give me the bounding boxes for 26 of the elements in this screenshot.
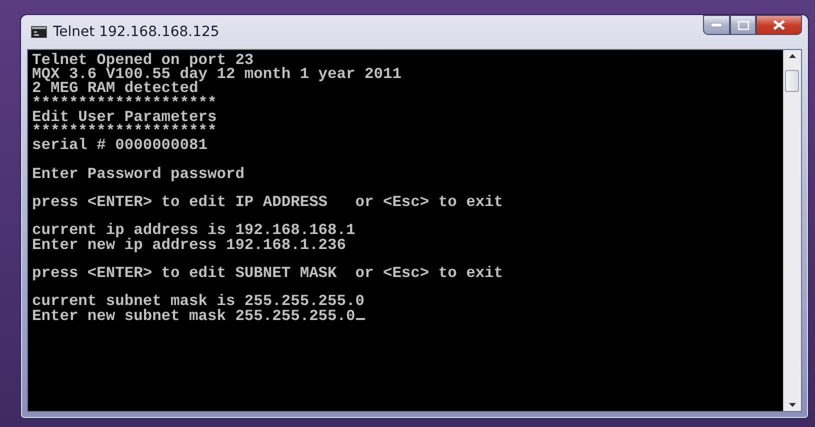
maximize-button[interactable] [730, 15, 756, 35]
console-line: Enter new ip address 192.168.1.236 [32, 238, 348, 252]
console-line: serial # 0000000081 [32, 138, 208, 152]
console-line: press <ENTER> to edit SUBNET MASK or <Esc> to exit [32, 266, 504, 280]
maximize-icon [738, 20, 748, 30]
console-line: Enter Password password [32, 166, 246, 181]
console-line: current ip address is 192.168.168.1 [32, 223, 356, 238]
scroll-up-icon[interactable] [789, 54, 796, 58]
console-line: press <ENTER> to edit IP ADDRESS or <Esc> to exit [32, 195, 504, 210]
console-line: Edit User Parameters [32, 110, 218, 124]
console-line: MQX 3.6 V100.55 day 12 month 1 year 2011 [32, 67, 402, 82]
close-button[interactable] [756, 15, 802, 35]
scrollbar-thumb[interactable] [785, 70, 799, 92]
window-title: Telnet 192.168.168.125 [53, 24, 220, 40]
minimize-button[interactable] [703, 15, 730, 35]
console-line: 2 MEG RAM detected [32, 81, 198, 96]
console-icon [31, 26, 47, 38]
minimize-icon [711, 23, 722, 27]
scroll-down-icon[interactable] [789, 403, 796, 407]
scrollbar[interactable] [783, 50, 801, 411]
console-line: ******************** [32, 124, 218, 138]
console-line: ******************** [32, 96, 218, 110]
close-icon [773, 20, 785, 30]
console-line: current subnet mask is 255.255.255.0 [32, 294, 366, 309]
console-line: Enter new subnet mask 255.255.255.0 [32, 308, 779, 323]
console-line: Telnet Opened on port 23 [32, 53, 254, 68]
